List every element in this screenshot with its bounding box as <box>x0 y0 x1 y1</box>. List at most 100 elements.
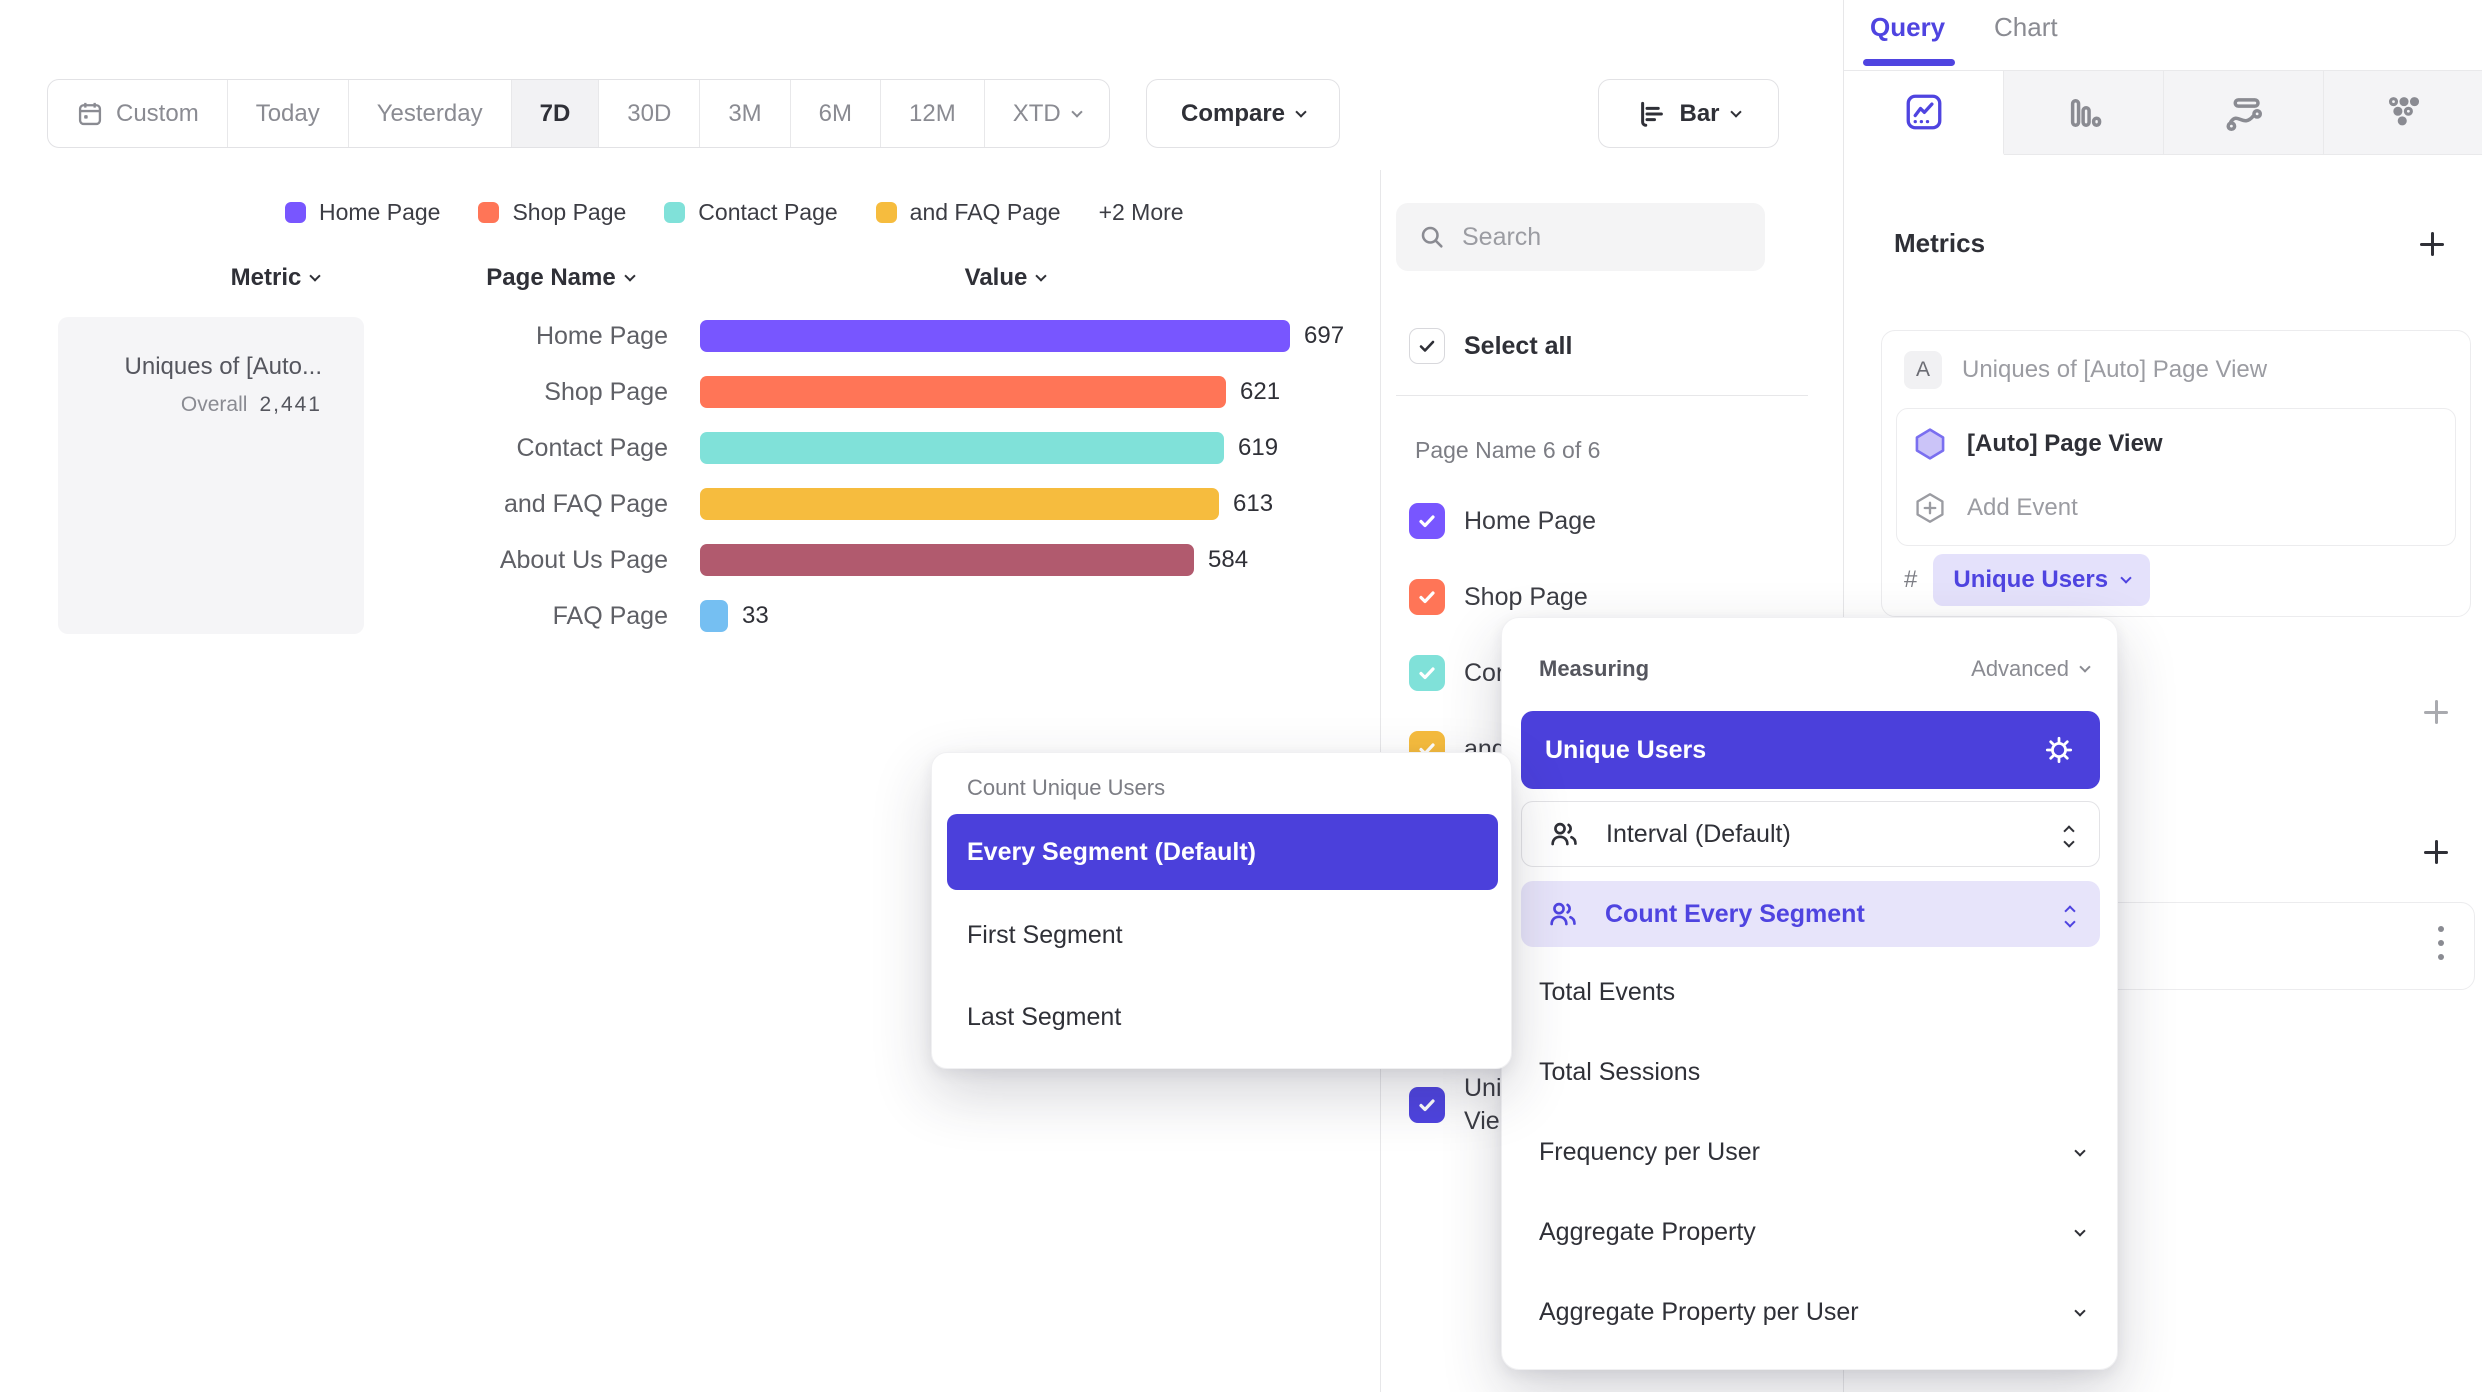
date-range-yesterday[interactable]: Yesterday <box>348 80 511 147</box>
segment-dropdown: Count Unique Users Every Segment (Defaul… <box>931 752 1512 1069</box>
select-all-row[interactable]: Select all <box>1409 328 1572 364</box>
legend-item[interactable]: Home Page <box>285 199 440 226</box>
chevron-down-icon <box>2074 1145 2085 1156</box>
measuring-option[interactable]: Total Events <box>1539 978 2084 1007</box>
metrics-section-title: Metrics <box>1894 228 1985 259</box>
interval-selector[interactable]: Interval (Default) <box>1521 801 2100 867</box>
chart-legend: Home Page Shop Page Contact Page and FAQ… <box>285 196 1184 228</box>
chevron-down-icon <box>1036 270 1047 281</box>
gear-icon[interactable] <box>2042 733 2076 767</box>
checkbox-checked[interactable] <box>1409 655 1445 691</box>
metric-overall: Overall2,441 <box>181 393 322 417</box>
segment-option[interactable]: Last Segment <box>967 1003 1121 1032</box>
add-filter-button[interactable] <box>2422 698 2450 726</box>
chevron-down-icon <box>624 270 635 281</box>
page-name-column-header[interactable]: Page Name <box>455 262 665 294</box>
check-icon <box>1417 336 1437 356</box>
add-event-row[interactable]: Add Event <box>1913 491 2078 525</box>
divider <box>1396 395 1808 396</box>
legend-more[interactable]: +2 More <box>1099 199 1184 226</box>
measuring-option-selected[interactable]: Unique Users <box>1521 711 2100 789</box>
date-range-12m[interactable]: 12M <box>880 80 984 147</box>
measuring-option[interactable]: Total Sessions <box>1539 1058 2084 1087</box>
table-row: and FAQ Page613 <box>400 476 1273 532</box>
segment-option[interactable]: First Segment <box>967 921 1123 950</box>
kebab-menu-icon[interactable] <box>2438 926 2444 968</box>
event-hexagon-icon <box>1913 427 1947 461</box>
tab-flow-chart[interactable] <box>2164 71 2324 154</box>
bar[interactable] <box>700 600 728 632</box>
check-icon <box>1417 511 1437 531</box>
date-range-3m[interactable]: 3M <box>699 80 789 147</box>
column-chart-icon <box>2063 92 2105 134</box>
date-range-xtd[interactable]: XTD <box>984 80 1109 147</box>
bar[interactable] <box>700 544 1194 576</box>
add-metric-button[interactable] <box>2418 230 2446 258</box>
filter-item[interactable]: Home Page <box>1409 503 1596 539</box>
metric-column-header[interactable]: Metric <box>185 262 365 294</box>
metric-title: Uniques of [Auto... <box>125 353 322 381</box>
legend-item[interactable]: Contact Page <box>664 199 837 226</box>
chevron-down-icon <box>2074 1225 2085 1236</box>
measurement-row: # Unique Users <box>1904 554 2150 606</box>
advanced-toggle[interactable]: Advanced <box>1971 656 2089 682</box>
tab-chart[interactable]: Chart <box>1994 12 2058 43</box>
bar[interactable] <box>700 320 1290 352</box>
tab-bar-chart[interactable] <box>2004 71 2164 154</box>
tab-retention-chart[interactable] <box>2324 71 2482 154</box>
measuring-option[interactable]: Aggregate Property per User <box>1539 1298 2084 1327</box>
filter-group-label: Page Name 6 of 6 <box>1415 437 1600 464</box>
metric-cell[interactable]: Uniques of [Auto... Overall2,441 <box>58 317 364 634</box>
add-breakdown-button[interactable] <box>2422 838 2450 866</box>
count-segment-selector[interactable]: Count Every Segment <box>1521 881 2100 947</box>
chart-type-tabs <box>1844 70 2482 155</box>
measurement-pill[interactable]: Unique Users <box>1933 554 2150 606</box>
bar[interactable] <box>700 488 1219 520</box>
date-range-7d-active[interactable]: 7D <box>511 80 599 147</box>
chevron-down-icon <box>310 270 321 281</box>
date-range-6m[interactable]: 6M <box>790 80 880 147</box>
chevron-down-icon <box>1730 106 1741 117</box>
legend-item[interactable]: Shop Page <box>478 199 626 226</box>
date-range-30d[interactable]: 30D <box>598 80 699 147</box>
date-range-label: Custom <box>116 100 199 128</box>
event-row[interactable]: [Auto] Page View <box>1913 427 2163 461</box>
checkbox-checked[interactable] <box>1409 579 1445 615</box>
filter-item[interactable]: Shop Page <box>1409 579 1588 615</box>
chevron-down-icon <box>2079 661 2090 672</box>
segment-option-selected[interactable]: Every Segment (Default) <box>947 814 1498 890</box>
tab-query[interactable]: Query <box>1870 12 1945 43</box>
date-range-today[interactable]: Today <box>227 80 348 147</box>
select-all-checkbox[interactable] <box>1409 328 1445 364</box>
table-row: Shop Page621 <box>400 364 1280 420</box>
chevron-down-icon <box>1071 106 1082 117</box>
calendar-icon <box>76 100 104 128</box>
bar[interactable] <box>700 432 1224 464</box>
stepper-icon[interactable] <box>2065 823 2073 846</box>
dots-grid-icon <box>2383 92 2425 134</box>
legend-swatch <box>876 202 897 223</box>
compare-button[interactable]: Compare <box>1146 79 1340 148</box>
metric-definition-card[interactable]: A Uniques of [Auto] Page View [Auto] Pag… <box>1881 330 2471 617</box>
add-event-icon <box>1913 491 1947 525</box>
search-icon <box>1418 223 1446 251</box>
value-column-header[interactable]: Value <box>905 262 1105 294</box>
date-range-custom[interactable]: Custom <box>48 80 227 147</box>
chevron-down-icon <box>2120 572 2131 583</box>
table-row: About Us Page584 <box>400 532 1248 588</box>
hash-symbol: # <box>1904 566 1917 594</box>
filter-item-clipped[interactable]: UniVie <box>1409 1072 1502 1138</box>
legend-item[interactable]: and FAQ Page <box>876 199 1061 226</box>
measuring-option[interactable]: Aggregate Property <box>1539 1218 2084 1247</box>
stepper-icon[interactable] <box>2066 903 2074 926</box>
measuring-option[interactable]: Frequency per User <box>1539 1138 2084 1167</box>
legend-swatch <box>478 202 499 223</box>
search-input[interactable] <box>1462 223 1712 252</box>
bar[interactable] <box>700 376 1226 408</box>
date-range-group: Custom Today Yesterday 7D 30D 3M 6M 12M … <box>47 79 1110 148</box>
checkbox-checked[interactable] <box>1409 503 1445 539</box>
checkbox-checked[interactable] <box>1409 1087 1445 1123</box>
chart-type-button[interactable]: Bar <box>1598 79 1779 148</box>
horizontal-bar-chart-icon <box>1637 99 1667 129</box>
tab-insights-chart[interactable] <box>1844 71 2004 155</box>
